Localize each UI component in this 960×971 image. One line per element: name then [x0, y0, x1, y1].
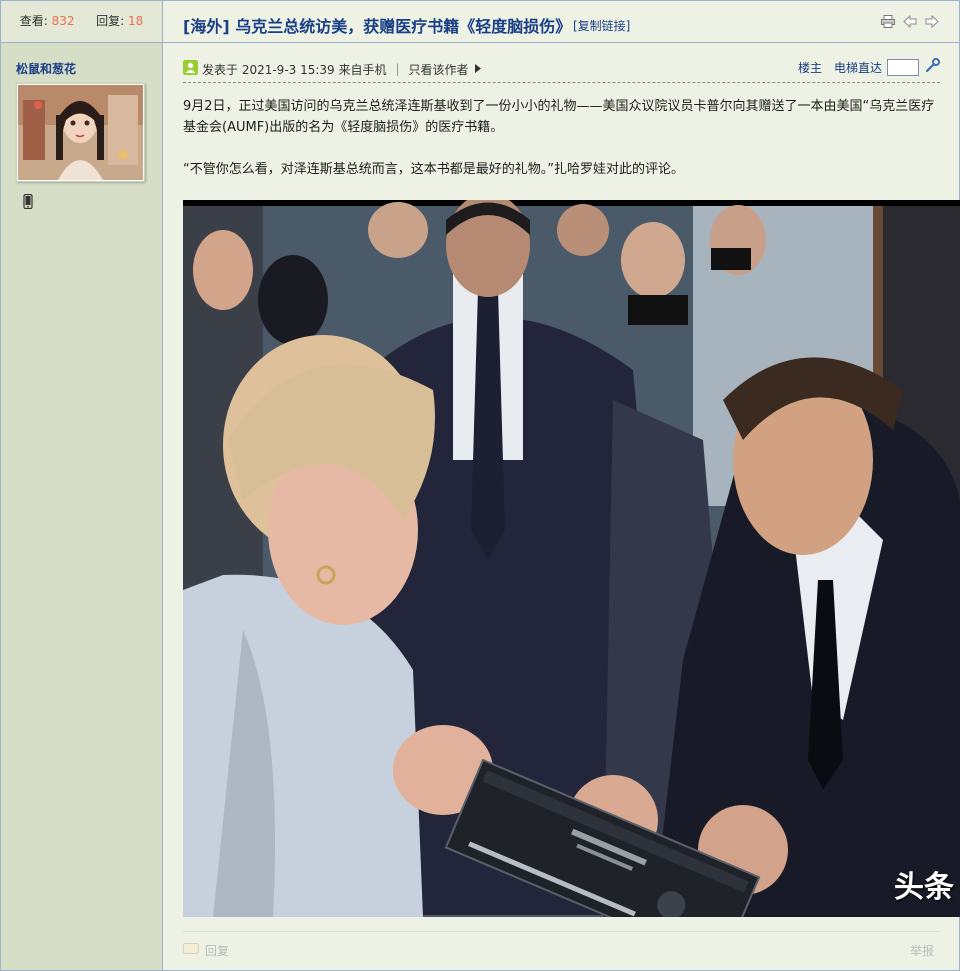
post-paragraph-1: 9月2日，正过美国访问的乌克兰总统泽连斯基收到了一份小小的礼物——美国众议院议员…	[183, 99, 935, 135]
triangle-right-icon	[474, 62, 481, 76]
reply-label: 回复	[205, 944, 230, 958]
post-footer: 回复 举报	[183, 931, 940, 958]
avatar[interactable]	[16, 83, 145, 182]
views-label: 查看:	[19, 14, 48, 28]
next-arrow-icon[interactable]	[925, 14, 939, 31]
thread-stats: 查看: 832 回复: 18	[1, 1, 162, 43]
views-count: 832	[51, 14, 75, 28]
replies-count: 18	[128, 14, 144, 28]
online-user-icon	[183, 60, 198, 78]
mobile-icon	[23, 193, 33, 212]
author-name-link[interactable]: 松鼠和葱花	[16, 60, 76, 77]
reply-button[interactable]: 回复	[183, 942, 229, 959]
post-content: 9月2日，正过美国访问的乌克兰总统泽连斯基收到了一份小小的礼物——美国众议院议员…	[183, 96, 940, 180]
copy-link-button[interactable]: [复制链接]	[573, 17, 630, 34]
only-author-link[interactable]: 只看该作者	[409, 61, 469, 78]
thread-title-bar: [海外] 乌克兰总统访美，获赠医疗书籍《轻度脑损伤》 [复制链接]	[163, 1, 959, 43]
post-date: 发表于 2021-9-3 15:39 来自手机	[202, 62, 387, 77]
floor-number-input[interactable]	[887, 58, 919, 76]
print-icon[interactable]	[881, 15, 895, 31]
post-photo[interactable]: 头条	[183, 200, 960, 917]
prev-arrow-icon[interactable]	[903, 14, 917, 31]
post-meta: 发表于 2021-9-3 15:39 来自手机 | 只看该作者 楼主 电梯直达	[183, 56, 940, 83]
title-toolbar	[881, 14, 939, 31]
thread-title: [海外] 乌克兰总统访美，获赠医疗书籍《轻度脑损伤》	[183, 17, 572, 36]
post-main: [海外] 乌克兰总统访美，获赠医疗书籍《轻度脑损伤》 [复制链接] 发表于 20…	[163, 1, 960, 970]
report-button[interactable]: 举报	[910, 942, 934, 959]
post-paragraph-2: “不管你怎么看，对泽连斯基总统而言，这本书都是最好的礼物。”扎哈罗娃对此的评论。	[183, 162, 684, 177]
author-sidebar: 查看: 832 回复: 18 松鼠和葱花	[1, 1, 163, 970]
thread-frame: 查看: 832 回复: 18 松鼠和葱花 [海外] 乌克兰总统访美，获赠医疗书籍…	[0, 0, 960, 971]
image-watermark: 头条	[894, 870, 954, 905]
replies-label: 回复:	[96, 14, 125, 28]
meta-divider: |	[395, 62, 400, 76]
floor-label: 楼主	[797, 60, 822, 75]
jump-to-floor-label: 电梯直达	[833, 60, 882, 75]
wrench-icon[interactable]	[925, 58, 940, 76]
reply-icon	[183, 943, 199, 958]
